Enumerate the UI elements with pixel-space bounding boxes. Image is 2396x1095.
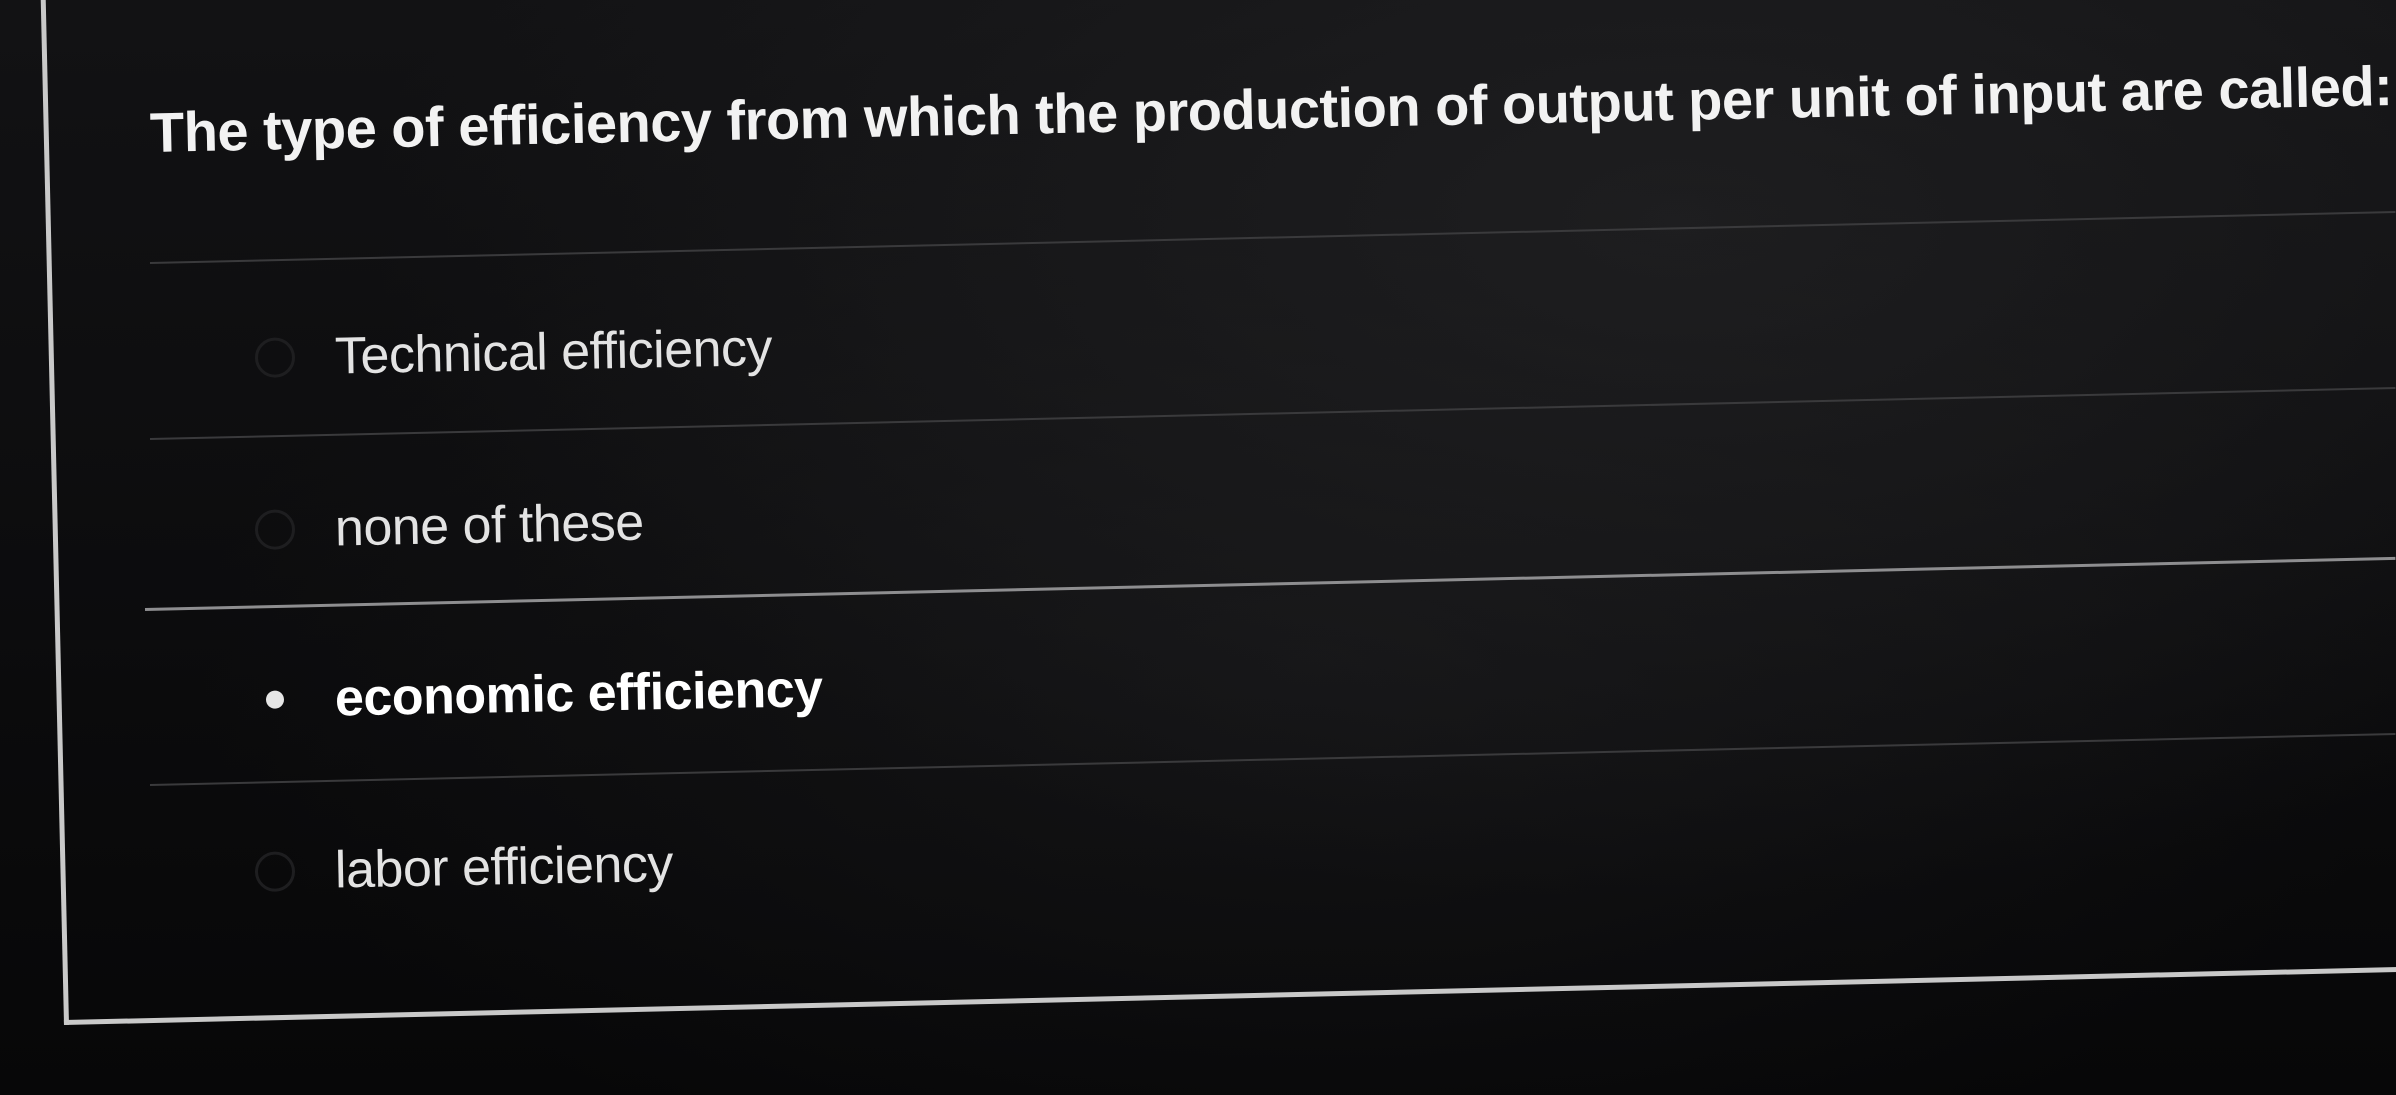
radio-button-selected[interactable] bbox=[255, 679, 296, 720]
answer-label: none of these bbox=[334, 493, 645, 558]
answer-option-economic-efficiency[interactable]: economic efficiency bbox=[254, 649, 823, 740]
answer-label: economic efficiency bbox=[334, 660, 824, 728]
answer-label: labor efficiency bbox=[334, 834, 674, 900]
radio-selected-dot-icon bbox=[265, 690, 285, 709]
answer-option-technical-efficiency[interactable]: Technical efficiency bbox=[254, 308, 773, 398]
radio-button[interactable] bbox=[254, 509, 296, 550]
answer-option-labor-efficiency[interactable]: labor efficiency bbox=[254, 824, 673, 912]
radio-button[interactable] bbox=[254, 337, 296, 378]
answer-option-none-of-these[interactable]: none of these bbox=[254, 483, 644, 570]
radio-button[interactable] bbox=[254, 851, 296, 892]
answer-label: Technical efficiency bbox=[334, 319, 773, 386]
